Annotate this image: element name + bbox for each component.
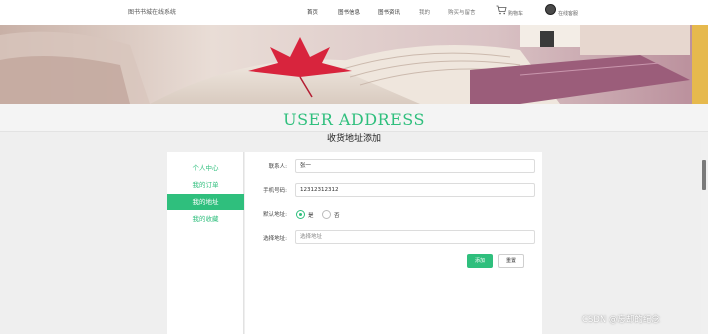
account-sidebar: 个人中心 我的订单 我的地址 我的收藏	[167, 152, 244, 334]
reset-button[interactable]: 重置	[498, 254, 524, 268]
hero-banner-image	[0, 25, 708, 104]
phone-label: 手机号码:	[263, 188, 287, 194]
nav-item-mine[interactable]: 我的	[419, 8, 430, 16]
csdn-watermark: CSDN @忘却的纪念	[582, 315, 660, 325]
sidebar-item-favorites[interactable]: 我的收藏	[167, 211, 244, 227]
radio-no-label[interactable]: 否	[334, 211, 340, 219]
page-title: USER ADDRESS	[283, 110, 425, 129]
contact-label: 联系人:	[268, 164, 287, 170]
phone-input[interactable]: 12312312312	[295, 183, 535, 197]
address-form: 联系人: 张一 手机号码: 12312312312 默认地址: 是 否 选择地址…	[245, 152, 542, 334]
top-navbar: 图书书城在线系统 首页 图书信息 图书资讯 我的 购买与留言 购物车 在线客服	[0, 0, 708, 25]
radio-yes-label[interactable]: 是	[308, 211, 314, 219]
scrollbar-thumb[interactable]	[702, 160, 706, 190]
user-avatar[interactable]	[545, 4, 556, 15]
sidebar-item-profile[interactable]: 个人中心	[167, 160, 244, 176]
cart-label[interactable]: 购物车	[508, 10, 523, 17]
radio-default-no[interactable]	[322, 210, 331, 219]
radio-default-yes[interactable]	[296, 210, 305, 219]
cart-icon[interactable]	[496, 5, 507, 15]
add-button[interactable]: 添加	[467, 254, 493, 268]
address-select-label: 选择地址:	[263, 236, 287, 242]
sidebar-item-address[interactable]: 我的地址	[167, 194, 244, 210]
main-nav: 首页 图书信息 图书资讯 我的 购买与留言	[0, 0, 708, 25]
sidebar-item-orders[interactable]: 我的订单	[167, 177, 244, 193]
address-select-input[interactable]: 选择地址	[295, 230, 535, 244]
nav-item-news[interactable]: 图书资讯	[378, 8, 400, 16]
contact-input[interactable]: 张一	[295, 159, 535, 173]
nav-item-books[interactable]: 图书信息	[338, 8, 360, 16]
page-subtitle: 收货地址添加	[326, 134, 381, 144]
nav-item-message[interactable]: 购买与留言	[448, 8, 476, 16]
user-label[interactable]: 在线客服	[558, 10, 578, 17]
default-address-label: 默认地址:	[263, 212, 287, 218]
nav-item-home[interactable]: 首页	[307, 8, 318, 16]
